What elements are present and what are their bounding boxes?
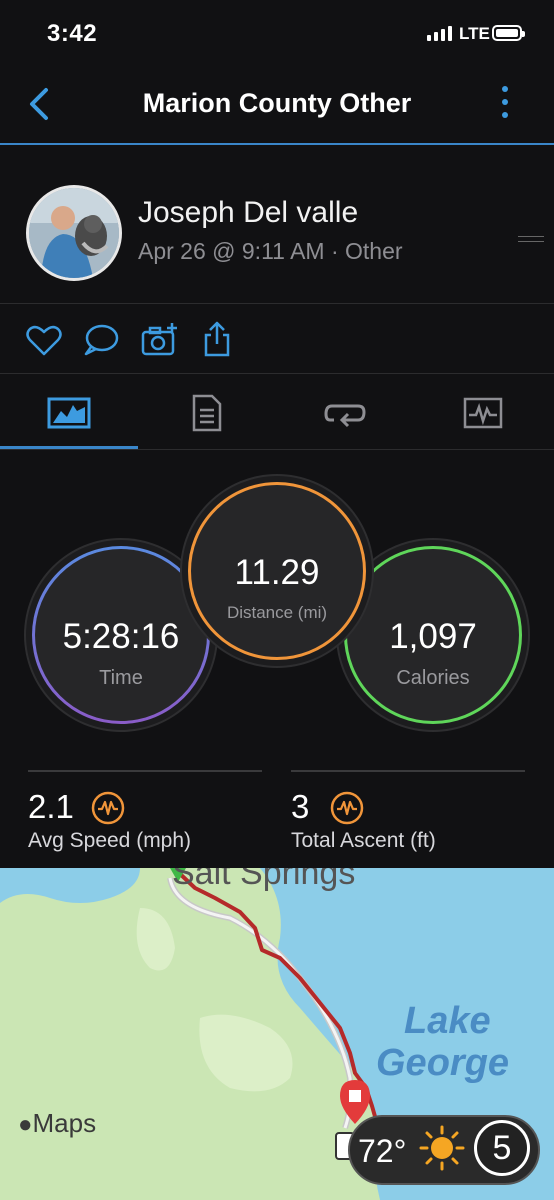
aqi-badge: 5	[474, 1120, 530, 1176]
add-photo-icon[interactable]	[140, 320, 180, 360]
distance-ring[interactable]: 11.29 Distance (mi)	[188, 482, 366, 660]
divider	[0, 303, 554, 304]
battery-icon	[492, 25, 525, 41]
avg-speed-label: Avg Speed (mph)	[28, 829, 192, 852]
time-label: Time	[99, 667, 143, 689]
share-icon[interactable]	[198, 320, 238, 360]
comment-icon[interactable]	[81, 320, 121, 360]
heart-icon[interactable]	[24, 320, 64, 360]
signal-icon	[427, 26, 452, 41]
distance-value: 11.29	[234, 553, 320, 592]
nav-divider	[0, 143, 554, 145]
details-list-icon	[192, 394, 222, 432]
chart-pulse-icon	[463, 397, 503, 429]
time-value: 5:28:16	[62, 617, 180, 656]
calories-ring[interactable]: 1,097 Calories	[344, 546, 522, 724]
tab-details[interactable]	[138, 378, 276, 448]
activity-pulse-icon[interactable]	[90, 790, 126, 826]
activity-meta: Apr 26 @ 9:11 AM · Other	[138, 238, 403, 264]
lake-label-line1: Lake	[404, 1000, 491, 1042]
user-name[interactable]: Joseph Del valle	[138, 196, 358, 230]
tab-laps[interactable]	[276, 378, 414, 448]
maps-attribution[interactable]: ●Maps	[18, 1108, 96, 1139]
metric-divider	[28, 770, 262, 772]
avatar[interactable]	[26, 185, 122, 281]
total-ascent-value: 3	[291, 788, 310, 825]
calories-label: Calories	[396, 667, 470, 689]
time-ring[interactable]: 5:28:16 Time	[32, 546, 210, 724]
metric-divider	[291, 770, 525, 772]
distance-label: Distance (mi)	[226, 603, 328, 622]
divider	[0, 373, 554, 374]
more-options-icon[interactable]	[497, 86, 513, 126]
tab-overview[interactable]	[0, 378, 138, 448]
map-overview-icon	[47, 397, 91, 429]
divider	[0, 449, 554, 450]
total-ascent-label: Total Ascent (ft)	[291, 829, 436, 852]
sun-icon	[419, 1125, 465, 1171]
laps-loop-icon	[324, 404, 366, 428]
tab-charts[interactable]	[414, 378, 552, 448]
temperature: 72°	[358, 1133, 407, 1169]
lake-label-line2: George	[376, 1042, 510, 1084]
map-place-label: Salt Springs	[172, 868, 356, 892]
menu-lines-icon[interactable]	[518, 236, 544, 248]
maps-attribution-label: Maps	[32, 1108, 97, 1138]
network-label: LTE	[459, 24, 490, 43]
calories-value: 1,097	[389, 617, 477, 656]
apple-logo-icon: ●	[18, 1111, 33, 1138]
page-title: Marion County Other	[142, 88, 412, 118]
status-time: 3:42	[47, 20, 98, 47]
avg-speed-value: 2.1	[28, 788, 74, 825]
activity-pulse-icon[interactable]	[329, 790, 365, 826]
